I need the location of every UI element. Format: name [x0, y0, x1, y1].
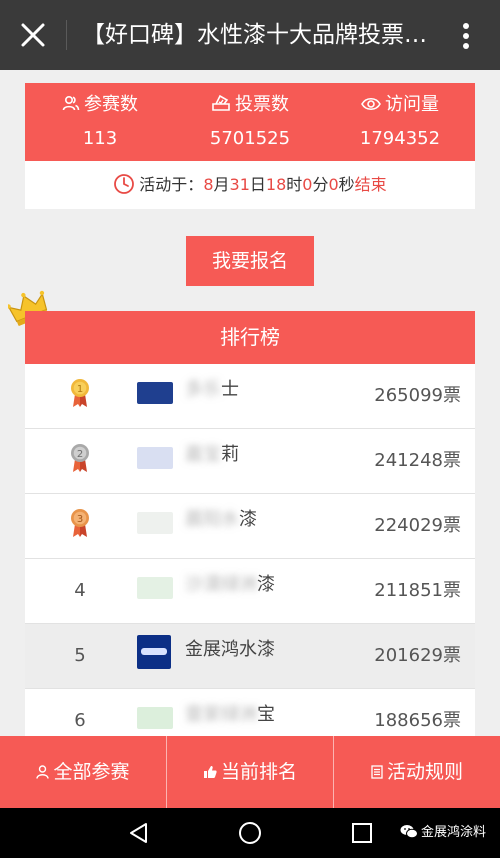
tab-activity-rules[interactable]: 活动规则: [334, 736, 500, 808]
tab-label: 活动规则: [386, 761, 463, 783]
title-bar: 【好口碑】水性漆十大品牌投票活动: [0, 0, 500, 70]
vote-count: 224029票: [374, 515, 461, 536]
timer-minute: 0: [302, 175, 313, 194]
tab-current-ranking[interactable]: 当前排名: [167, 736, 333, 808]
ranking-row[interactable]: 6 壹家绿洲宝 188656票: [25, 689, 475, 736]
timer-hour: 18: [265, 175, 287, 194]
brand-logo: [137, 577, 173, 599]
watermark-text: 金展鸿涂料: [421, 825, 487, 840]
brand-name: 漆: [239, 509, 257, 530]
brand-name: 金展鸿水漆: [185, 639, 275, 660]
tab-label: 全部参赛: [53, 761, 130, 783]
vote-count: 211851票: [374, 580, 461, 601]
vote-count: 241248票: [374, 450, 461, 471]
vote-count: 265099票: [374, 385, 461, 406]
brand-logo: [137, 635, 171, 669]
countdown-timer: 活动于：8月31日18时0分0秒结束: [25, 173, 475, 197]
votes-value: 5701525: [209, 128, 291, 149]
bottom-tab-bar: 全部参赛 当前排名 活动规则: [0, 736, 500, 808]
votes-label: 投票数: [235, 94, 289, 115]
timer-month-unit: 月: [213, 175, 230, 194]
visits-stat: 访问量 1794352: [325, 83, 475, 161]
ranking-row-current[interactable]: 5 金展鸿水漆 201629票: [25, 624, 475, 689]
vote-count: 188656票: [374, 710, 461, 731]
eye-icon: [361, 97, 381, 111]
wechat-icon: [400, 825, 418, 839]
brand-logo: [137, 382, 173, 404]
silver-medal-icon: 2: [69, 443, 91, 473]
timer-suffix: 结束: [354, 175, 387, 194]
rank-number: 4: [74, 580, 86, 601]
timer-second: 0: [328, 175, 339, 194]
brand-logo: [137, 512, 173, 534]
svg-text:2: 2: [77, 449, 83, 460]
timer-month: 8: [203, 175, 214, 194]
ranking-row[interactable]: 2 嘉宝莉 241248票: [25, 429, 475, 494]
timer-day: 31: [229, 175, 250, 194]
document-icon: [371, 765, 383, 779]
page-title: 【好口碑】水性漆十大品牌投票活动: [82, 22, 442, 48]
title-separator: [66, 20, 67, 50]
brand-name: 漆: [257, 574, 275, 595]
person-icon: [36, 765, 50, 779]
brand-name: 莉: [221, 444, 239, 465]
close-icon[interactable]: [18, 20, 48, 50]
rank-number: 5: [74, 645, 86, 666]
brand-logo: [137, 447, 173, 469]
timer-hour-unit: 时: [286, 175, 303, 194]
ballot-icon: [212, 94, 230, 111]
thumbs-up-icon: [203, 766, 217, 778]
visits-label: 访问量: [385, 94, 439, 115]
stats-card: 参赛数 113 投票数 5701525 访问量 1794352 活动于：8月31…: [25, 83, 475, 209]
participants-stat: 参赛数 113: [25, 83, 175, 161]
watermark: 金展鸿涂料: [400, 824, 486, 842]
ranking-list: 1 多乐士 265099票 2 嘉宝莉 241248票 3 晨阳水漆 22402…: [25, 364, 475, 736]
timer-day-unit: 日: [249, 175, 266, 194]
signup-button[interactable]: 我要报名: [186, 236, 314, 286]
bronze-medal-icon: 3: [69, 508, 91, 538]
votes-stat: 投票数 5701525: [175, 83, 325, 161]
ranking-row[interactable]: 4 沙漠绿洲漆 211851票: [25, 559, 475, 624]
svg-text:1: 1: [77, 384, 83, 395]
ranking-title: 排行榜: [25, 311, 475, 364]
brand-logo: [137, 707, 173, 729]
timer-second-unit: 秒: [338, 175, 355, 194]
timer-prefix: 活动于：: [139, 175, 204, 194]
rank-number: 6: [74, 710, 86, 731]
tab-label: 当前排名: [220, 761, 297, 783]
participants-value: 113: [82, 128, 118, 149]
brand-name: 宝: [257, 704, 275, 725]
brand-name: 士: [221, 379, 239, 400]
ranking-row[interactable]: 3 晨阳水漆 224029票: [25, 494, 475, 559]
home-icon[interactable]: [238, 821, 262, 849]
gold-medal-icon: 1: [69, 378, 91, 408]
system-navigation-bar: 金展鸿涂料: [0, 808, 500, 858]
visits-value: 1794352: [359, 128, 441, 149]
more-vertical-icon[interactable]: [454, 20, 478, 52]
timer-minute-unit: 分: [312, 175, 329, 194]
tab-all-entries[interactable]: 全部参赛: [0, 736, 166, 808]
vote-count: 201629票: [374, 645, 461, 666]
svg-text:3: 3: [77, 514, 83, 525]
users-icon: [62, 95, 80, 111]
ranking-row[interactable]: 1 多乐士 265099票: [25, 364, 475, 429]
participants-label: 参赛数: [84, 94, 138, 115]
stats-header: 参赛数 113 投票数 5701525 访问量 1794352: [25, 83, 475, 161]
recent-apps-icon[interactable]: [352, 823, 372, 847]
back-icon[interactable]: [128, 822, 150, 848]
clock-icon: [114, 174, 135, 194]
